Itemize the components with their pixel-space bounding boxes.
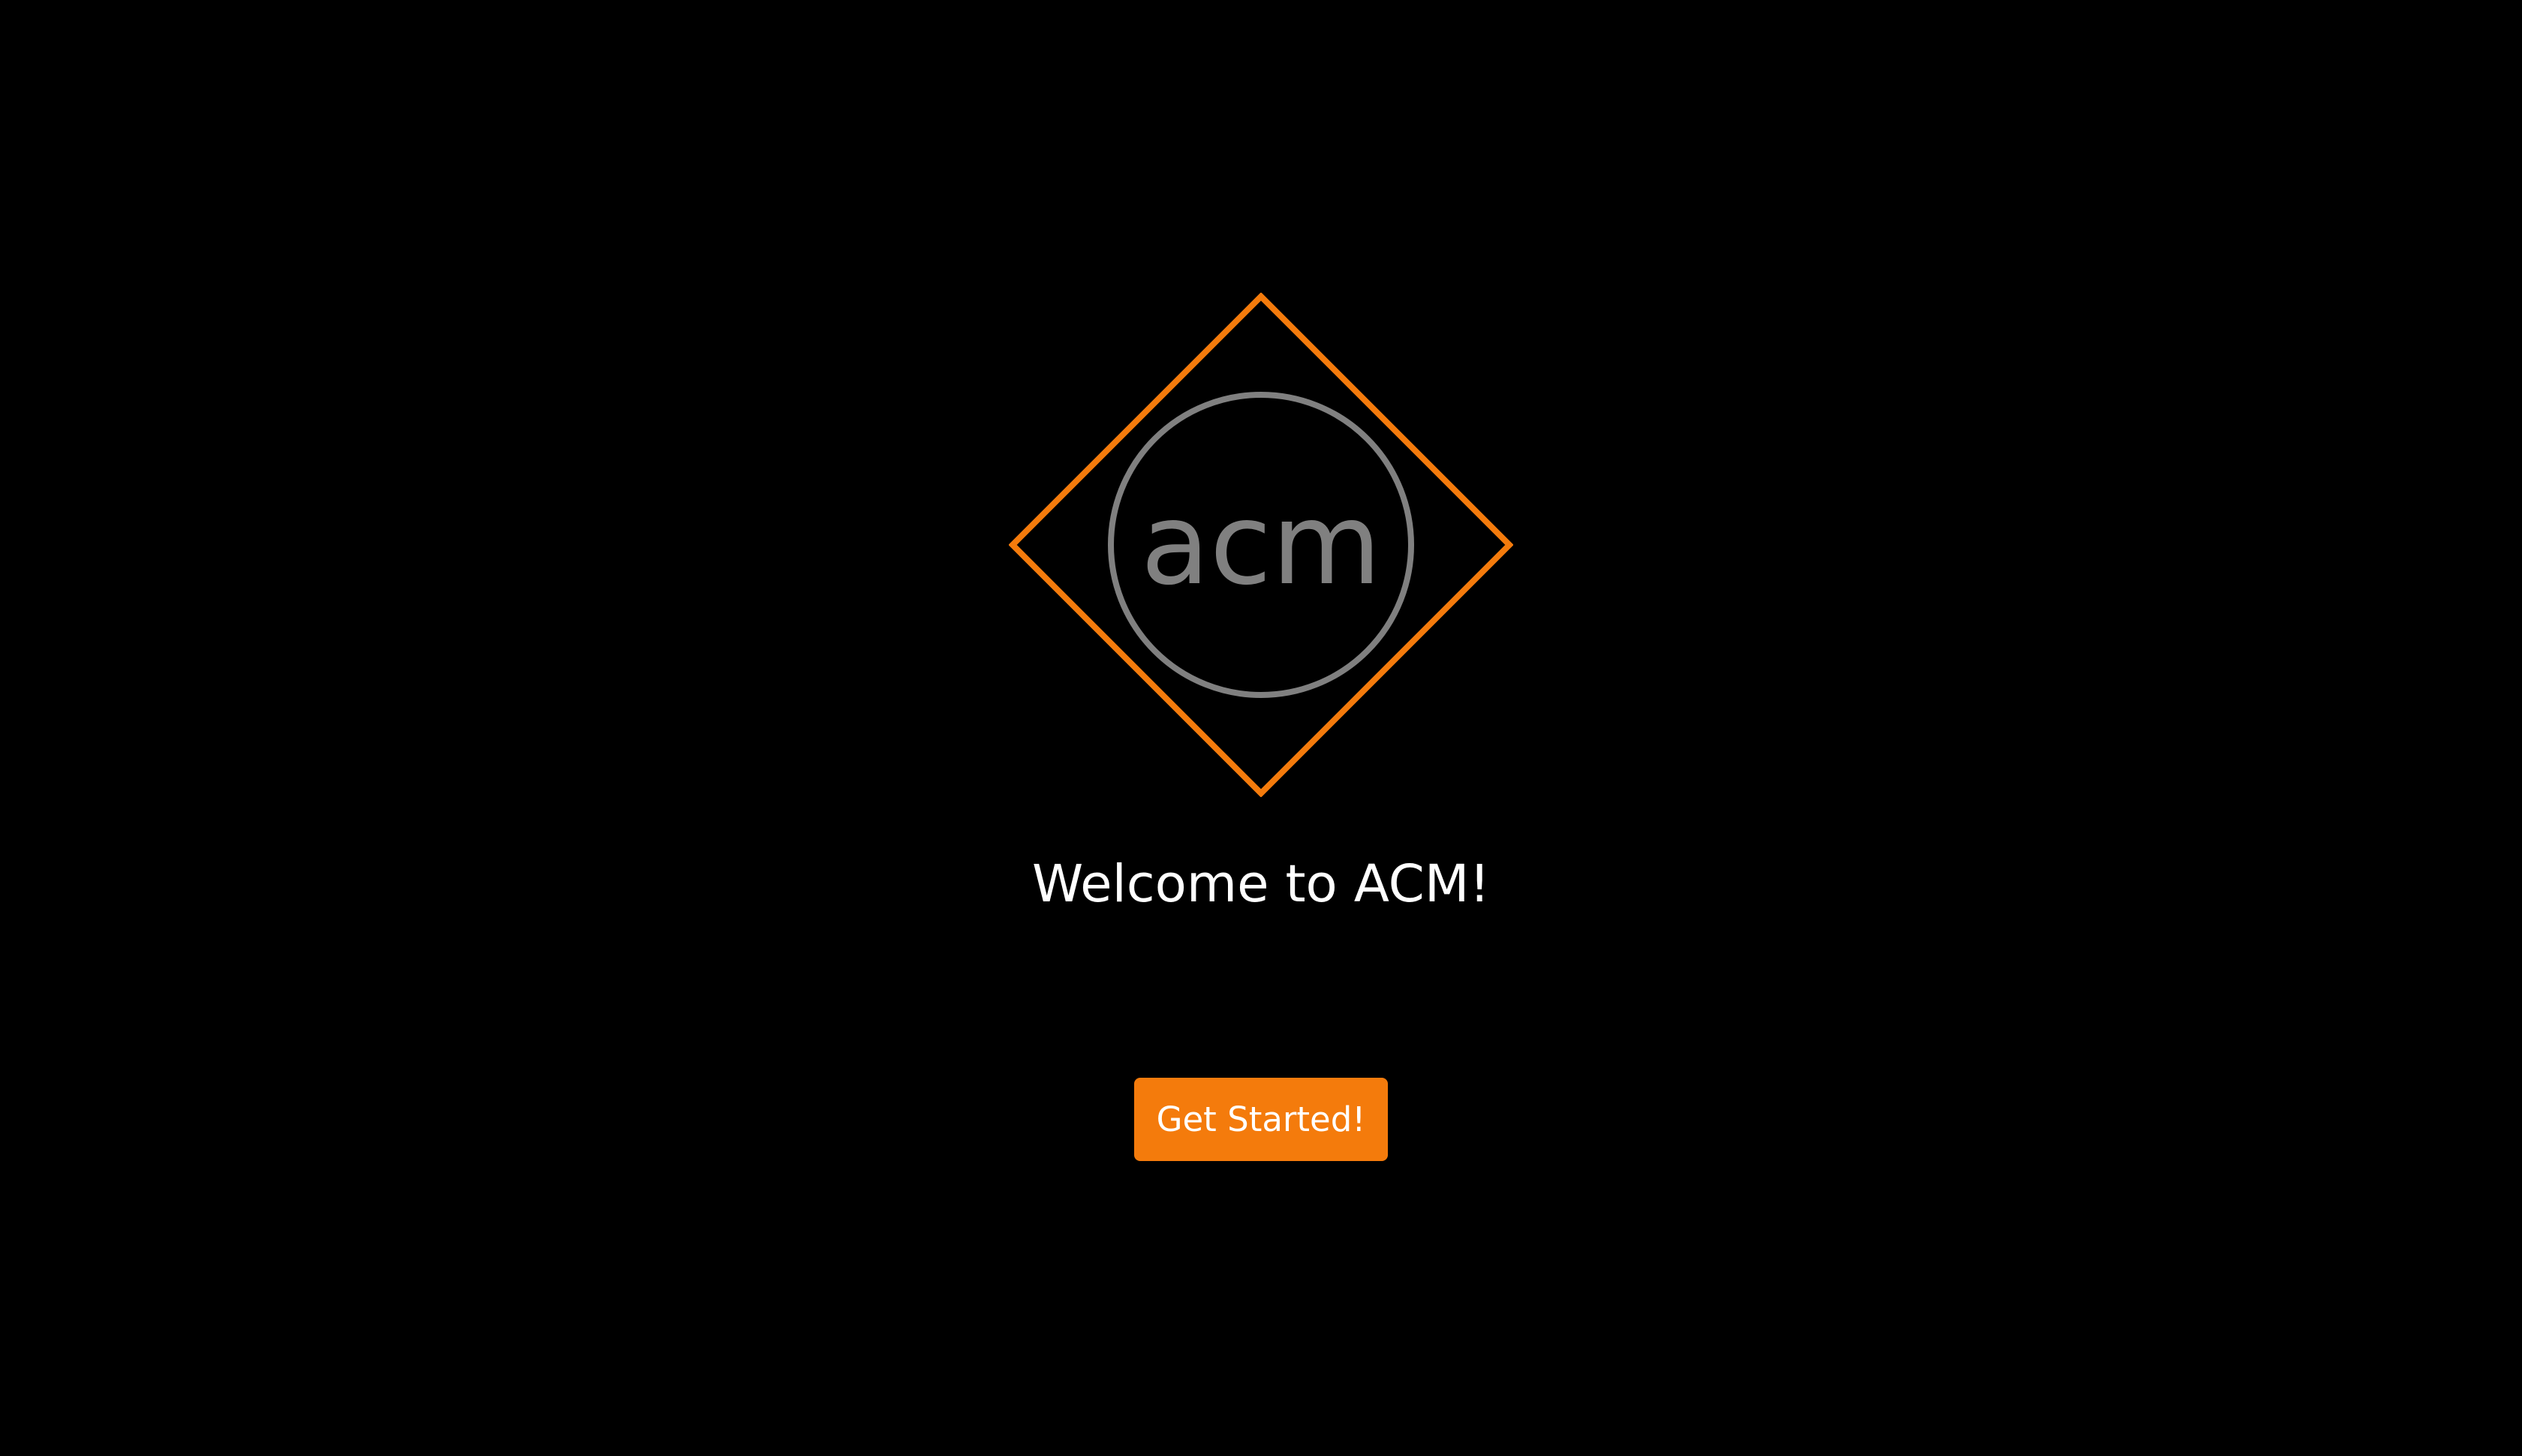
get-started-button[interactable]: Get Started! — [1134, 1078, 1388, 1161]
welcome-screen: acm Welcome to ACM! Get Started! — [0, 0, 2522, 1456]
welcome-title: Welcome to ACM! — [1031, 854, 1491, 914]
acm-logo: acm — [1009, 293, 1513, 797]
logo-text: acm — [1141, 480, 1382, 610]
acm-diamond-logo-icon: acm — [1009, 293, 1513, 797]
